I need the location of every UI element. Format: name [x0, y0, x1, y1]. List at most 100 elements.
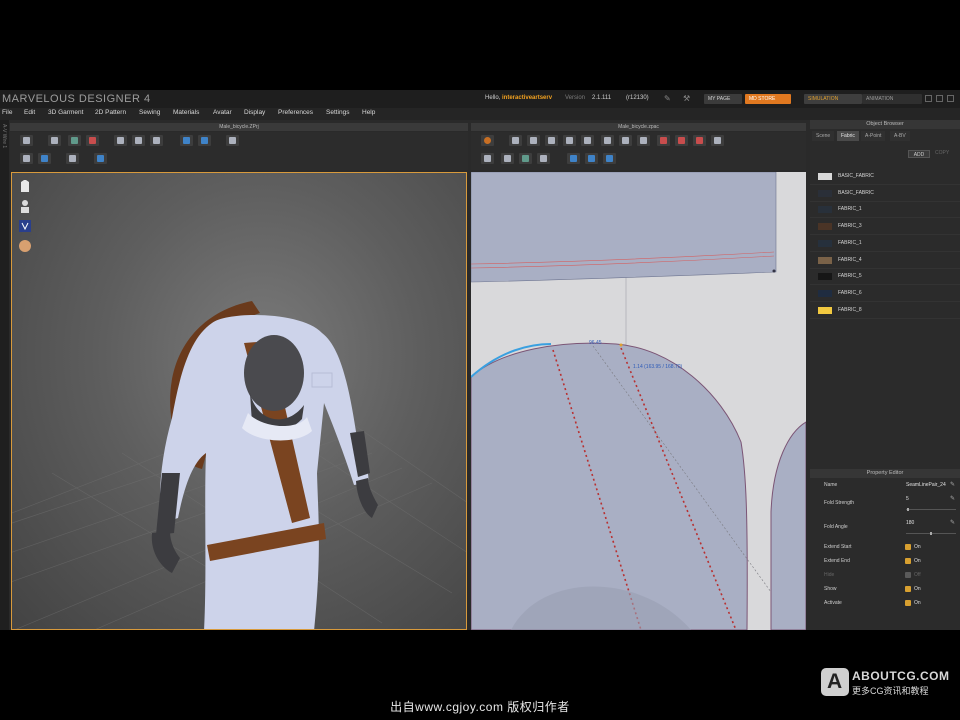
extend-start-checkbox[interactable]	[905, 544, 911, 550]
hanger-thumb-icon[interactable]	[19, 219, 31, 233]
title-bar: MARVELOUS DESIGNER 4 Hello, interactivea…	[0, 90, 960, 108]
rectangle-icon[interactable]	[619, 135, 632, 146]
menu-2d-pattern[interactable]: 2D Pattern	[95, 109, 126, 116]
polygon-icon[interactable]	[601, 135, 614, 146]
move-icon[interactable]	[132, 135, 145, 146]
fold-strength-slider[interactable]	[906, 508, 956, 511]
fold-angle-value[interactable]: 180	[906, 520, 914, 526]
menu-file[interactable]: File	[2, 109, 12, 116]
edit-pencil-icon[interactable]: ✎	[950, 495, 955, 502]
edit-pattern-icon[interactable]	[509, 135, 522, 146]
copy-fabric-button[interactable]: COPY	[935, 150, 949, 156]
tab-fabric[interactable]: Fabric	[837, 131, 859, 141]
watermark-title: ABOUTCG.COM	[852, 669, 950, 683]
edit-pencil-icon[interactable]: ✎	[950, 519, 955, 526]
menu-sewing[interactable]: Sewing	[139, 109, 160, 116]
viewport-2d[interactable]: 96.45 1.14 (163.95 / 168.70)	[471, 172, 806, 630]
internal-rectangle-icon[interactable]	[675, 135, 688, 146]
texture-icon[interactable]	[94, 153, 107, 164]
extend-start-label: Extend Start	[824, 544, 852, 550]
wrench-icon[interactable]: ⚒	[683, 94, 690, 103]
fold-icon[interactable]	[537, 153, 550, 164]
fold-angle-slider[interactable]	[906, 532, 956, 535]
display-texture-icon[interactable]	[567, 153, 580, 164]
add-point-icon[interactable]	[563, 135, 576, 146]
fabric-item[interactable]: FABRIC_3	[810, 220, 960, 236]
menu-help[interactable]: Help	[362, 109, 375, 116]
avatar-thumb-icon[interactable]	[19, 199, 31, 213]
fabric-icon[interactable]	[86, 135, 99, 146]
fabric-item[interactable]: BASIC_FABRIC	[810, 170, 960, 185]
display-mode-icon[interactable]	[38, 153, 51, 164]
close-icon[interactable]	[947, 95, 954, 102]
internal-circle-icon[interactable]	[693, 135, 706, 146]
garment-thumb-icon[interactable]	[19, 179, 31, 193]
avatar-display-icon[interactable]	[66, 153, 79, 164]
fold-strength-value[interactable]: 5	[906, 496, 909, 502]
fabric-item[interactable]: FABRIC_5	[810, 270, 960, 286]
display-grid-icon[interactable]	[603, 153, 616, 164]
transform-icon[interactable]	[150, 135, 163, 146]
internal-polygon-icon[interactable]	[657, 135, 670, 146]
side-strip-label: A-V Wire 1	[1, 124, 7, 149]
slider-handle[interactable]	[906, 508, 909, 511]
skin-thumb-icon[interactable]	[19, 239, 31, 253]
reset-camera-icon[interactable]	[20, 135, 33, 146]
left-arm-skin	[156, 473, 180, 535]
segment-sewing-icon[interactable]	[481, 153, 494, 164]
property-editor-title: Property Editor	[810, 469, 960, 478]
button-tool-icon[interactable]	[180, 135, 193, 146]
tab-a-bv[interactable]: A-BV	[890, 131, 910, 141]
extend-end-label: Extend End	[824, 558, 850, 564]
my-page-button[interactable]: MY PAGE	[704, 94, 742, 104]
free-sewing-icon[interactable]	[501, 153, 514, 164]
menu-settings[interactable]: Settings	[326, 109, 350, 116]
fabric-item[interactable]: FABRIC_6	[810, 287, 960, 302]
viewport-3d[interactable]	[11, 172, 467, 630]
select-icon[interactable]	[48, 135, 61, 146]
md-store-button[interactable]: MD STORE	[745, 94, 791, 104]
menu-avatar[interactable]: Avatar	[213, 109, 232, 116]
dart-icon[interactable]	[711, 135, 724, 146]
tab-scene[interactable]: Scene	[812, 131, 835, 141]
tab-a-point[interactable]: A-Point	[861, 131, 886, 141]
show-label: Show	[824, 586, 837, 592]
maximize-icon[interactable]	[936, 95, 943, 102]
edit-point-icon[interactable]	[527, 135, 540, 146]
username[interactable]: interactiveartserv	[502, 95, 552, 101]
fabric-item[interactable]: BASIC_FABRIC	[810, 187, 960, 202]
menu-edit[interactable]: Edit	[24, 109, 35, 116]
prop-name: Name SeamLinePair_24 ✎	[810, 480, 960, 494]
tack-icon[interactable]	[519, 153, 532, 164]
edit-curve-icon[interactable]	[545, 135, 558, 146]
select-mesh-icon[interactable]	[20, 153, 33, 164]
animation-button[interactable]: ANIMATION	[862, 94, 922, 104]
buttonhole-icon[interactable]	[198, 135, 211, 146]
simulation-button[interactable]: SIMULATION	[804, 94, 862, 104]
fabric-item[interactable]: FABRIC_8	[810, 304, 960, 319]
fabric-item[interactable]: FABRIC_1	[810, 203, 960, 219]
activate-checkbox[interactable]	[905, 600, 911, 606]
rotate-icon[interactable]	[481, 135, 494, 146]
prop-name-value[interactable]: SeamLinePair_24	[906, 482, 946, 488]
circle-icon[interactable]	[637, 135, 650, 146]
pin-icon[interactable]	[114, 135, 127, 146]
show-checkbox[interactable]	[905, 586, 911, 592]
minimize-icon[interactable]	[925, 95, 932, 102]
fabric-item[interactable]: FABRIC_4	[810, 254, 960, 269]
hide-checkbox[interactable]	[905, 572, 911, 578]
measure-icon[interactable]	[226, 135, 239, 146]
curve-point-icon[interactable]	[581, 135, 594, 146]
garment-icon[interactable]	[68, 135, 81, 146]
edit-pencil-icon[interactable]: ✎	[950, 481, 955, 488]
menu-preferences[interactable]: Preferences	[278, 109, 313, 116]
display-normal-icon[interactable]	[585, 153, 598, 164]
add-fabric-button[interactable]: ADD	[908, 150, 930, 158]
menu-materials[interactable]: Materials	[173, 109, 199, 116]
menu-3d-garment[interactable]: 3D Garment	[48, 109, 83, 116]
extend-end-checkbox[interactable]	[905, 558, 911, 564]
tools-icon[interactable]: ✎	[664, 94, 671, 103]
menu-display[interactable]: Display	[244, 109, 265, 116]
slider-handle[interactable]	[930, 532, 932, 535]
fabric-item[interactable]: FABRIC_1	[810, 237, 960, 252]
